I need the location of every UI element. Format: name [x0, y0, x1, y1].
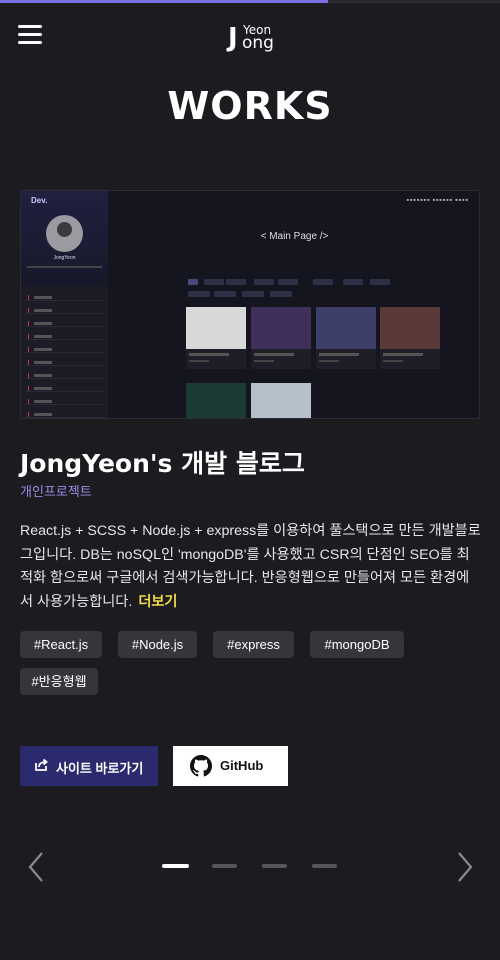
- preview-menu-line: [25, 360, 104, 366]
- preview-chip: [370, 279, 390, 285]
- preview-card: [380, 307, 440, 369]
- hamburger-menu-icon[interactable]: [18, 25, 43, 45]
- tag-responsive: #반응형웹: [20, 668, 98, 695]
- preview-chip: [254, 279, 274, 285]
- project-description: React.js + SCSS + Node.js + express를 이용하…: [20, 520, 482, 614]
- chevron-right-icon[interactable]: [455, 851, 475, 883]
- carousel-dot[interactable]: [162, 864, 189, 868]
- preview-chip: [188, 291, 210, 297]
- preview-brand: Dev.: [31, 196, 48, 205]
- project-screenshot[interactable]: Dev. JongYeon ■■■■■■■ ■■■■■■ ■■■■ < Main…: [20, 190, 480, 419]
- section-title: WORKS: [167, 84, 333, 128]
- preview-chip: [188, 279, 198, 285]
- preview-main-heading: < Main Page />: [260, 231, 329, 242]
- preview-profile-name: JongYeon: [53, 255, 76, 261]
- preview-menu-line: [25, 308, 104, 314]
- read-more-link[interactable]: 더보기: [138, 594, 177, 610]
- preview-sidebar: Dev. JongYeon: [21, 191, 108, 418]
- project-type: 개인프로젝트: [20, 484, 92, 499]
- github-icon: [190, 755, 212, 777]
- preview-menu-line: [25, 321, 104, 327]
- carousel-dot[interactable]: [262, 864, 287, 868]
- carousel-dot[interactable]: [212, 864, 237, 868]
- preview-chip: [270, 291, 292, 297]
- preview-card: [186, 307, 246, 369]
- preview-chip: [313, 279, 333, 285]
- preview-main: ■■■■■■■ ■■■■■■ ■■■■ < Main Page />: [108, 191, 479, 418]
- carousel-dot[interactable]: [312, 864, 337, 868]
- preview-menu-line: [25, 386, 104, 392]
- tag-mongodb: #mongoDB: [310, 631, 404, 658]
- external-link-icon: [35, 758, 48, 771]
- preview-avatar: [46, 215, 83, 252]
- header: J Yeon ong: [0, 3, 500, 63]
- github-label: GitHub: [220, 758, 264, 773]
- logo-letter: J: [228, 23, 238, 53]
- preview-menu-line: [25, 373, 104, 379]
- preview-menu-line: [25, 334, 104, 340]
- visit-site-button[interactable]: 사이트 바로가기: [20, 746, 158, 786]
- preview-card: [251, 307, 311, 369]
- preview-chip: [204, 279, 224, 285]
- preview-chip: [242, 291, 264, 297]
- logo-bottom-text: ong: [242, 33, 274, 53]
- tag-express: #express: [213, 631, 294, 658]
- site-logo[interactable]: J Yeon ong: [228, 17, 274, 57]
- preview-menu-line: [25, 347, 104, 353]
- preview-chip: [278, 279, 298, 285]
- preview-chip: [214, 291, 236, 297]
- chevron-left-icon[interactable]: [26, 851, 46, 883]
- github-button[interactable]: GitHub: [173, 746, 288, 786]
- preview-chip: [226, 279, 246, 285]
- project-title: JongYeon's 개발 블로그: [20, 449, 305, 478]
- preview-chip: [343, 279, 363, 285]
- tag-node: #Node.js: [118, 631, 197, 658]
- preview-menu-line: [25, 295, 104, 301]
- project-description-text: React.js + SCSS + Node.js + express를 이용하…: [20, 523, 481, 610]
- preview-card: [316, 307, 376, 369]
- preview-menu-line: [25, 412, 104, 418]
- preview-menu-line: [25, 399, 104, 405]
- visit-site-label: 사이트 바로가기: [56, 761, 144, 776]
- preview-card: [186, 383, 246, 418]
- tag-react: #React.js: [20, 631, 102, 658]
- preview-card: [251, 383, 311, 418]
